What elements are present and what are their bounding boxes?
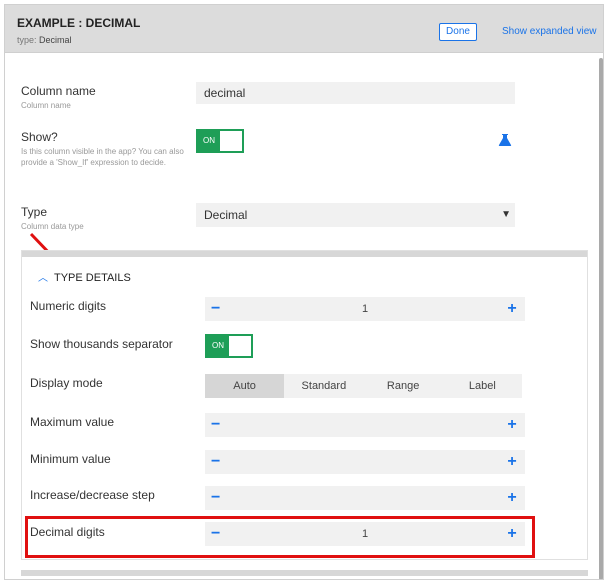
done-button[interactable]: Done: [439, 23, 477, 41]
plus-icon[interactable]: +: [505, 297, 519, 321]
display-mode-selector: Auto Standard Range Label: [205, 374, 522, 398]
plus-icon[interactable]: +: [505, 486, 519, 510]
show-toggle[interactable]: ON: [196, 129, 244, 153]
minus-icon[interactable]: −: [211, 413, 225, 437]
type-select-value: Decimal: [204, 208, 248, 222]
editor-content[interactable]: Column name Column name decimal Show? Is…: [5, 54, 603, 579]
show-label: Show?: [21, 130, 58, 144]
section-divider: [22, 251, 587, 257]
maximum-value-stepper[interactable]: − +: [205, 413, 525, 437]
column-editor-panel: EXAMPLE : DECIMAL type: Decimal Done Sho…: [4, 4, 604, 580]
plus-icon[interactable]: +: [505, 413, 519, 437]
panel-header: EXAMPLE : DECIMAL type: Decimal Done Sho…: [5, 5, 603, 53]
step-label: Increase/decrease step: [30, 488, 155, 502]
maximum-value-label: Maximum value: [30, 415, 115, 429]
show-toggle-on: ON: [198, 131, 220, 151]
minimum-value-label: Minimum value: [30, 452, 111, 466]
show-help: Is this column visible in the app? You c…: [21, 147, 184, 167]
type-label: Type: [21, 205, 48, 219]
numeric-digits-value: 1: [361, 303, 369, 315]
display-mode-standard[interactable]: Standard: [284, 374, 363, 398]
flask-icon[interactable]: [498, 133, 512, 147]
decimal-digits-highlight: [25, 516, 535, 558]
subtitle-type: Decimal: [39, 35, 72, 45]
thousands-separator-toggle[interactable]: ON: [205, 334, 253, 358]
type-details-title: TYPE DETAILS: [54, 272, 131, 284]
next-section-divider: [21, 570, 588, 579]
minus-icon[interactable]: −: [211, 486, 225, 510]
show-expanded-view-link[interactable]: Show expanded view: [502, 26, 597, 37]
dropdown-arrow-icon: ▼: [501, 209, 511, 220]
panel-subtitle: type: Decimal: [17, 35, 72, 45]
subtitle-prefix: type:: [17, 35, 37, 45]
thousands-separator-label: Show thousands separator: [30, 337, 173, 351]
plus-icon[interactable]: +: [505, 450, 519, 474]
minus-icon[interactable]: −: [211, 450, 225, 474]
step-stepper[interactable]: − +: [205, 486, 525, 510]
display-mode-label-option[interactable]: Label: [443, 374, 522, 398]
type-select[interactable]: Decimal ▼: [196, 203, 515, 227]
display-mode-range[interactable]: Range: [364, 374, 443, 398]
numeric-digits-label: Numeric digits: [30, 299, 107, 313]
numeric-digits-stepper[interactable]: − 1 +: [205, 297, 525, 321]
column-name-label: Column name: [21, 84, 96, 98]
column-name-help: Column name: [21, 101, 71, 110]
display-mode-auto[interactable]: Auto: [205, 374, 285, 398]
type-details-section: ︿ TYPE DETAILS Numeric digits − 1 + Show …: [21, 250, 588, 560]
panel-title: EXAMPLE : DECIMAL: [17, 16, 141, 30]
show-row: Show? Is this column visible in the app?…: [21, 130, 191, 168]
scrollbar[interactable]: [599, 58, 603, 579]
column-name-row: Column name Column name: [21, 84, 191, 111]
thousands-toggle-on: ON: [207, 336, 229, 356]
display-mode-label: Display mode: [30, 376, 103, 390]
column-name-input[interactable]: decimal: [196, 82, 515, 104]
chevron-up-icon: ︿: [38, 273, 48, 284]
type-row: Type Column data type: [21, 205, 191, 232]
type-details-header[interactable]: ︿ TYPE DETAILS: [38, 269, 131, 284]
minimum-value-stepper[interactable]: − +: [205, 450, 525, 474]
